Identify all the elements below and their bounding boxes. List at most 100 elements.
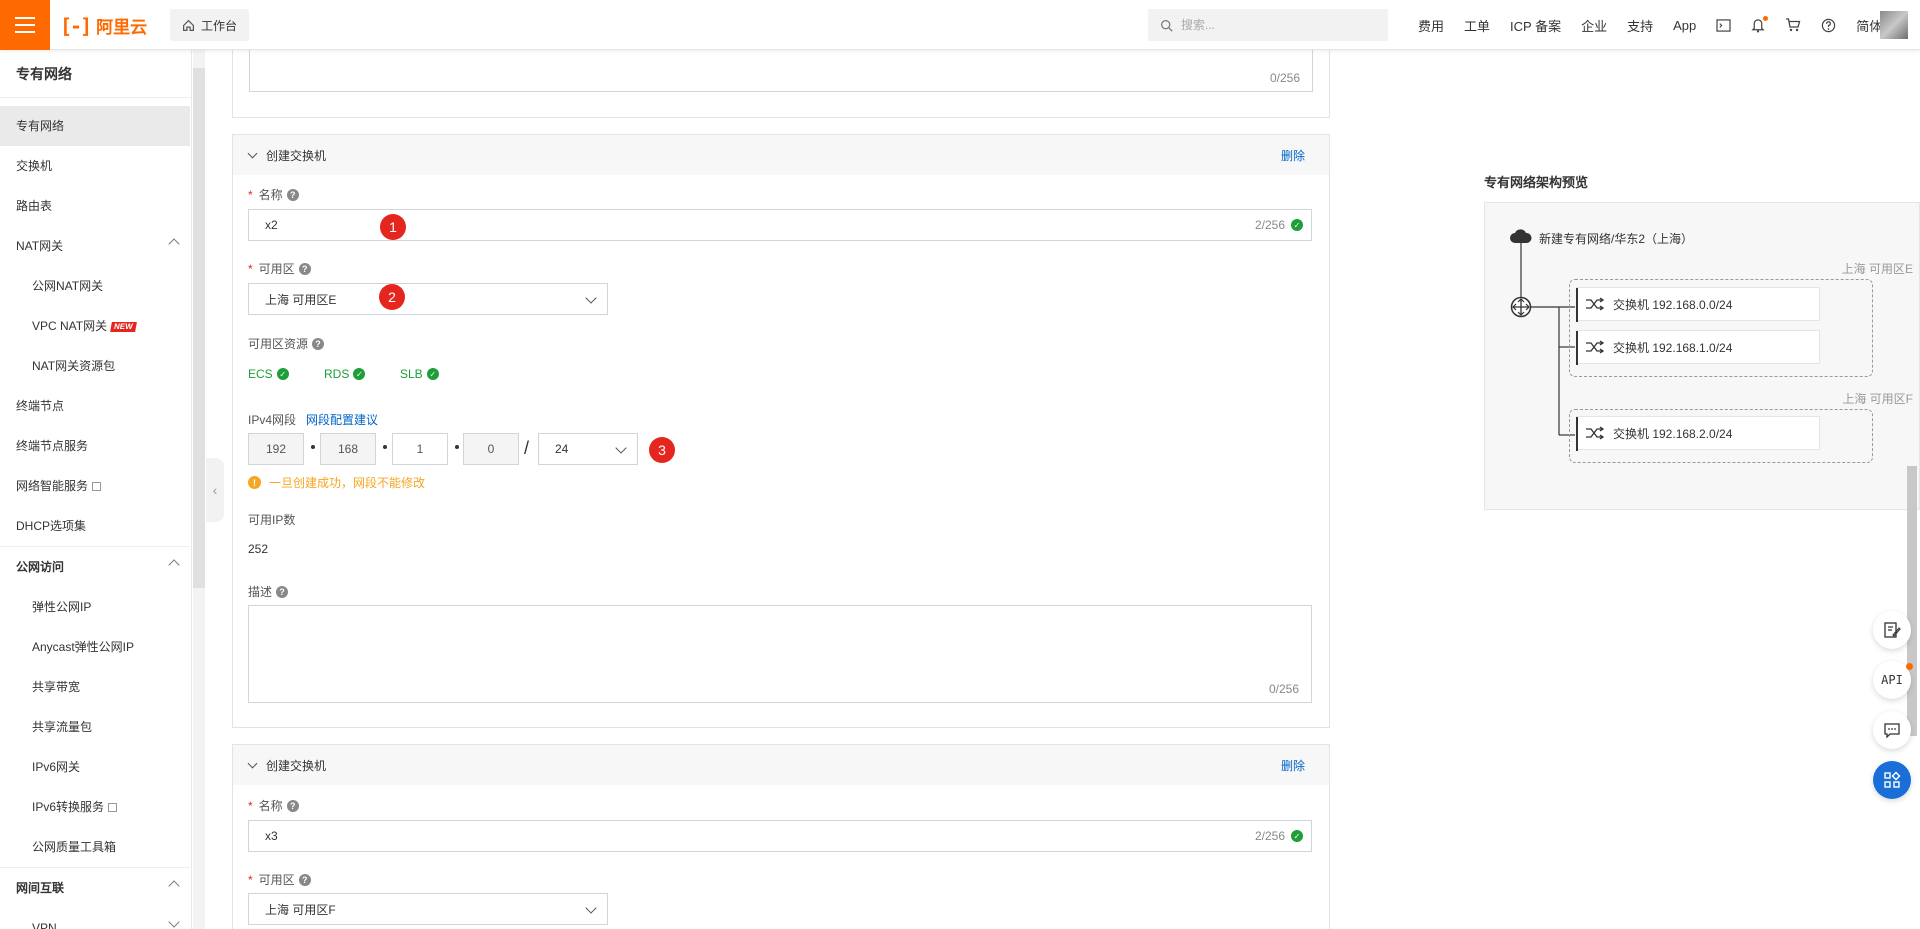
annotation-marker-3: 3 <box>649 437 675 463</box>
logo-text: 阿里云 <box>96 18 148 38</box>
sidebar-group-public-access[interactable]: 公网访问 <box>0 547 190 587</box>
mask-value: 24 <box>555 442 569 456</box>
avatar[interactable] <box>1880 11 1908 39</box>
zone-label-e: 上海 可用区E <box>1841 262 1913 276</box>
panel-header[interactable]: 创建交换机 删除 <box>233 745 1329 785</box>
cart-icon[interactable] <box>1775 18 1811 32</box>
sidebar-item-label: 公网质量工具箱 <box>32 840 117 854</box>
workbench-button[interactable]: 工作台 <box>170 9 250 41</box>
help-icon[interactable]: ? <box>298 262 311 275</box>
sidebar-item-shared-bandwidth[interactable]: 共享带宽 <box>0 667 190 707</box>
sidebar-item-anycast-eip[interactable]: Anycast弹性公网IP <box>0 627 190 667</box>
sidebar-item-vswitch[interactable]: 交换机 <box>0 146 190 186</box>
page-scrollbar-thumb[interactable] <box>1907 466 1917 736</box>
help-icon[interactable]: ? <box>276 585 289 598</box>
sidebar-scrollbar-thumb[interactable] <box>193 68 205 588</box>
nav-app[interactable]: App <box>1663 18 1706 33</box>
switch-label: 交换机 192.168.2.0/24 <box>1613 426 1733 441</box>
sidebar-item-route-table[interactable]: 路由表 <box>0 186 190 226</box>
zone-select[interactable]: 上海 可用区E <box>248 283 608 315</box>
terminal-icon[interactable] <box>1706 18 1741 32</box>
sidebar-item-network-intelligence[interactable]: 网络智能服务 <box>0 466 190 506</box>
sidebar-collapse-button[interactable]: ‹ <box>206 458 224 522</box>
available-ip-label-text: 可用IP数 <box>248 513 296 527</box>
cidr-suggestion-link[interactable]: 网段配置建议 <box>306 411 378 428</box>
cidr-slash: / <box>524 438 530 458</box>
nav-tickets[interactable]: 工单 <box>1454 16 1500 35</box>
help-icon[interactable]: ? <box>286 188 299 201</box>
name-label-text: 名称 <box>258 799 283 813</box>
preview-title: 专有网络架构预览 <box>1484 175 1589 190</box>
check-icon: ✓ <box>276 368 289 380</box>
ip-octet-3[interactable]: 1 <box>392 433 448 465</box>
ip-octet-4[interactable]: 0 <box>463 433 519 465</box>
hamburger-menu-button[interactable] <box>0 0 50 50</box>
cidr-warning: ! 一旦创建成功，网段不能修改 <box>248 474 425 491</box>
resource-slb: SLB ✓ <box>400 367 439 381</box>
nav-support[interactable]: 支持 <box>1617 16 1663 35</box>
delete-button[interactable]: 删除 <box>1281 147 1305 164</box>
chat-button[interactable] <box>1873 711 1911 749</box>
search-box[interactable] <box>1148 9 1388 41</box>
notification-dot <box>1763 15 1769 21</box>
nav-enterprise[interactable]: 企业 <box>1571 16 1617 35</box>
feedback-edit-button[interactable] <box>1873 611 1911 649</box>
switch-node-2[interactable]: 交换机 192.168.1.0/24 <box>1576 330 1820 365</box>
zone-select-2[interactable]: 上海 可用区F <box>248 893 608 925</box>
sidebar-item-ipv6-gateway[interactable]: IPv6网关 <box>0 747 190 787</box>
name-input-2[interactable]: x3 2/256 ✓ <box>248 820 1312 852</box>
sidebar-item-shared-traffic[interactable]: 共享流量包 <box>0 707 190 747</box>
sidebar-item-vpc-nat[interactable]: VPC NAT网关 NEW <box>0 306 190 346</box>
name-input[interactable]: x2 2/256 ✓ <box>248 209 1312 241</box>
resource-label: SLB <box>400 367 423 381</box>
switch-node-3[interactable]: 交换机 192.168.2.0/24 <box>1576 416 1820 451</box>
vpc-architecture-preview: 新建专有网络/华东2（上海） 上海 可用区E 交换机 192.168.0.0/2… <box>1484 202 1920 510</box>
help-icon[interactable] <box>1811 18 1846 33</box>
switch-bar <box>1576 331 1578 365</box>
sidebar-item-eip[interactable]: 弹性公网IP <box>0 587 190 627</box>
edit-note-icon <box>1884 622 1901 638</box>
sidebar-item-vpn[interactable]: VPN <box>0 908 190 929</box>
sidebar-item-public-nat[interactable]: 公网NAT网关 <box>0 266 190 306</box>
sidebar-item-nat-gateway[interactable]: NAT网关 <box>0 226 190 266</box>
chevron-left-icon: ‹ <box>212 482 218 498</box>
char-count: 0/256 <box>1268 682 1299 696</box>
ip-octet-1[interactable]: 192 <box>248 433 304 465</box>
help-icon[interactable]: ? <box>312 337 325 350</box>
description-textarea[interactable]: 0/256 <box>248 605 1312 703</box>
zone-label-text: 可用区 <box>258 262 295 276</box>
sidebar-item-endpoint-service[interactable]: 终端节点服务 <box>0 426 190 466</box>
bell-icon[interactable] <box>1741 15 1775 33</box>
nav-fees[interactable]: 费用 <box>1408 16 1454 35</box>
char-count: 0/256 <box>1269 71 1300 85</box>
sidebar-item-nat-package[interactable]: NAT网关资源包 <box>0 346 190 386</box>
name-label: * 名称? <box>248 797 299 814</box>
mask-select[interactable]: 24 <box>538 433 638 465</box>
ip-octet-2[interactable]: 168 <box>320 433 376 465</box>
delete-button[interactable]: 删除 <box>1281 757 1305 774</box>
nav-icp[interactable]: ICP 备案 <box>1500 16 1571 35</box>
search-input[interactable] <box>1181 18 1371 32</box>
sidebar-item-quality-toolbox[interactable]: 公网质量工具箱 <box>0 827 190 867</box>
sidebar-item-dhcp[interactable]: DHCP选项集 <box>0 506 190 546</box>
switch-node-1[interactable]: 交换机 192.168.0.0/24 <box>1576 287 1820 322</box>
panel-header[interactable]: 创建交换机 删除 <box>233 135 1329 175</box>
check-icon: ✓ <box>353 368 366 380</box>
sidebar-item-label: NAT网关资源包 <box>32 359 116 373</box>
sidebar-item-endpoint[interactable]: 终端节点 <box>0 386 190 426</box>
api-button[interactable]: API <box>1873 661 1913 699</box>
panel-title: 创建交换机 <box>266 758 327 773</box>
sidebar-item-ipv6-translation[interactable]: IPv6转换服务 <box>0 787 190 827</box>
sidebar-item-label: VPC NAT网关 <box>32 319 108 333</box>
aliyun-logo[interactable]: [-] 阿里云 <box>60 13 148 39</box>
help-icon[interactable]: ? <box>286 799 299 812</box>
help-icon[interactable]: ? <box>298 873 311 886</box>
sidebar-group-interconnect[interactable]: 网间互联 <box>0 868 190 908</box>
sidebar-item-vpc[interactable]: 专有网络 <box>0 106 190 146</box>
switch-icon <box>1586 426 1605 440</box>
annotation-marker-2: 2 <box>379 284 405 310</box>
vpc-label: 新建专有网络/华东2（上海） <box>1539 232 1694 246</box>
apps-button[interactable] <box>1873 761 1911 799</box>
chevron-down-icon <box>585 902 597 914</box>
previous-description-textarea[interactable]: 0/256 <box>249 44 1313 92</box>
